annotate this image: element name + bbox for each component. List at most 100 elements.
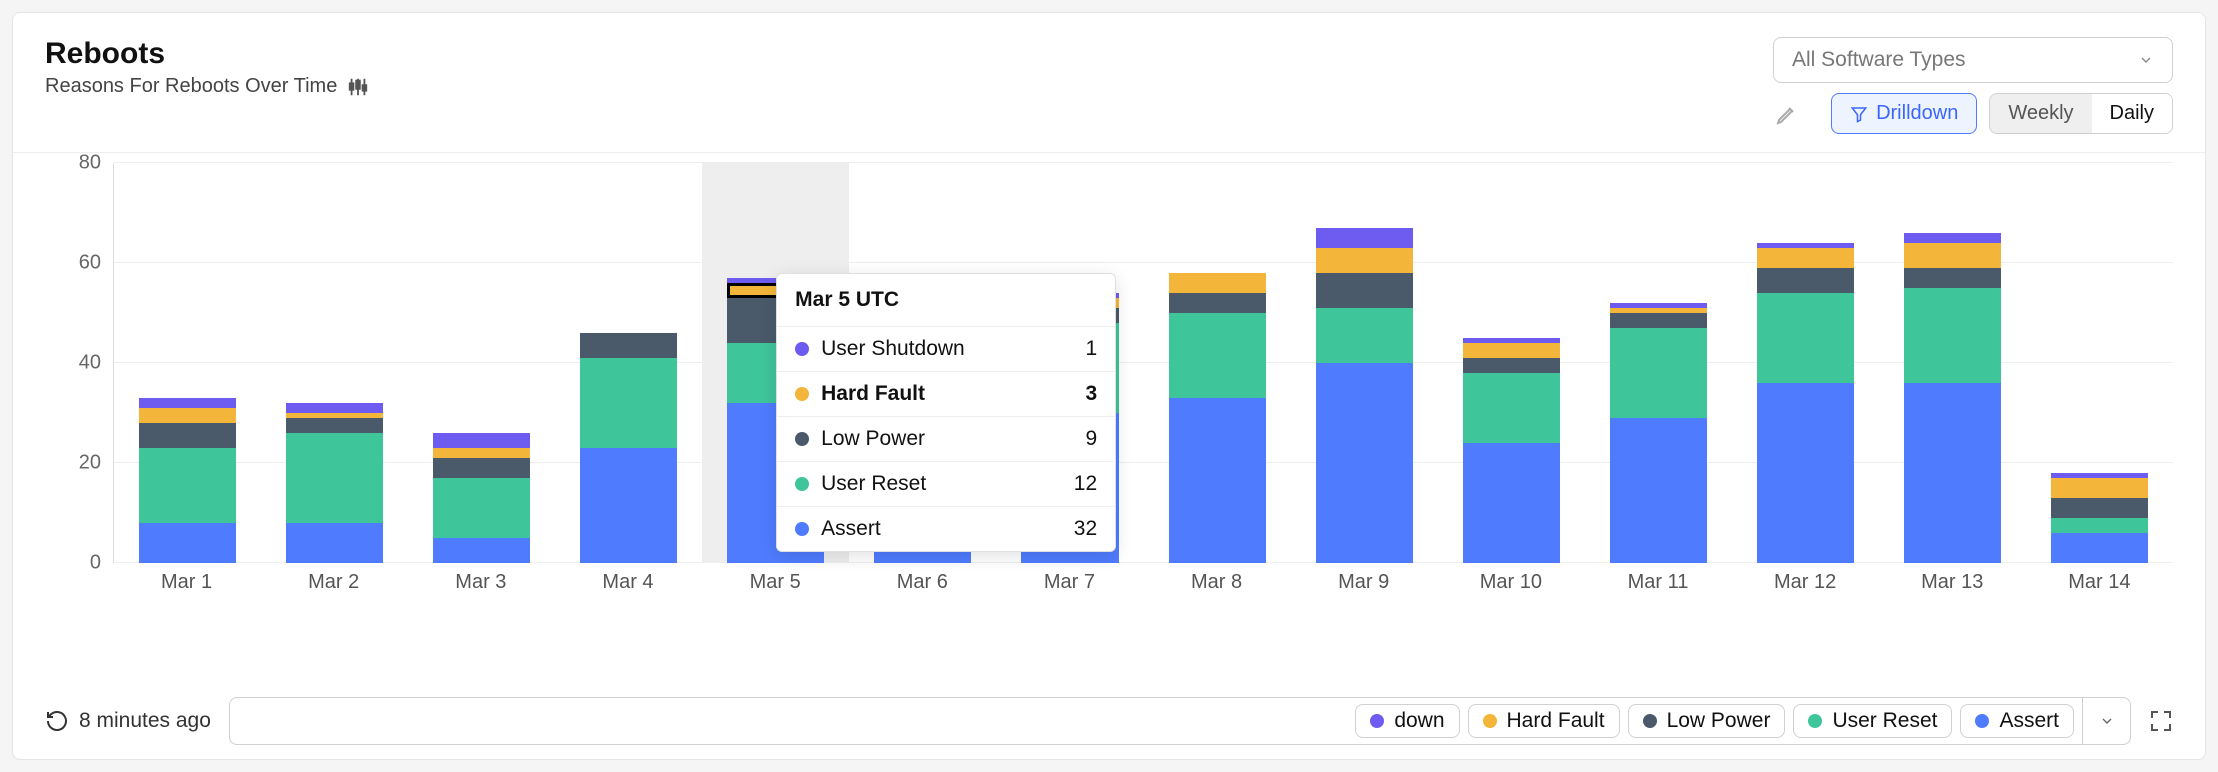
- legend-label: User Reset: [1832, 709, 1937, 733]
- bar-segment: [580, 333, 677, 358]
- reboots-card: Reboots Reasons For Reboots Over Time Al…: [12, 12, 2206, 760]
- granularity-toggle: Weekly Daily: [1989, 93, 2173, 134]
- y-axis: 020406080: [45, 163, 113, 563]
- bar-segment: [286, 403, 383, 413]
- bar-segment: [1757, 383, 1854, 563]
- legend-item[interactable]: User Reset: [1793, 704, 1952, 738]
- legend-label: Hard Fault: [1507, 709, 1605, 733]
- bar-slot[interactable]: [2026, 163, 2173, 563]
- bar-segment: [2051, 518, 2148, 533]
- tooltip-value: 32: [1074, 517, 1097, 541]
- daily-toggle[interactable]: Daily: [2092, 94, 2172, 133]
- software-type-select[interactable]: All Software Types: [1773, 37, 2173, 83]
- bar-segment: [139, 523, 236, 563]
- legend-label: down: [1394, 709, 1444, 733]
- legend-item[interactable]: Hard Fault: [1468, 704, 1620, 738]
- edit-icon[interactable]: [1775, 102, 1799, 126]
- bar-slot[interactable]: [408, 163, 555, 563]
- tooltip-label: User Reset: [821, 472, 1062, 496]
- bar-segment: [1169, 313, 1266, 398]
- tooltip-value: 12: [1074, 472, 1097, 496]
- bar-segment: [1463, 358, 1560, 373]
- bar-slot[interactable]: [1732, 163, 1879, 563]
- bar-slot[interactable]: [1879, 163, 2026, 563]
- bar-segment: [1463, 373, 1560, 443]
- bar-segment: [139, 408, 236, 423]
- bar-slot[interactable]: [555, 163, 702, 563]
- bar-segment: [286, 433, 383, 523]
- legend-dot-icon: [795, 432, 809, 446]
- x-tick: Mar 8: [1143, 563, 1290, 594]
- tooltip-label: Low Power: [821, 427, 1073, 451]
- bar-segment: [1904, 268, 2001, 288]
- tooltip-row: User Shutdown 1: [777, 326, 1115, 371]
- x-axis: Mar 1Mar 2Mar 3Mar 4Mar 5Mar 6Mar 7Mar 8…: [113, 563, 2173, 594]
- tooltip-label: User Shutdown: [821, 337, 1073, 361]
- legend-dot-icon: [795, 387, 809, 401]
- card-header: Reboots Reasons For Reboots Over Time Al…: [13, 13, 2205, 153]
- drilldown-button[interactable]: Drilldown: [1831, 93, 1977, 134]
- legend-dot-icon: [795, 477, 809, 491]
- bar-segment: [433, 433, 530, 448]
- legend-strip: down Hard Fault Low Power User Reset Assert: [229, 697, 2131, 745]
- y-tick: 60: [79, 252, 101, 275]
- fullscreen-icon[interactable]: [2149, 709, 2173, 733]
- bar-slot[interactable]: [1585, 163, 1732, 563]
- tooltip-row: User Reset 12: [777, 461, 1115, 506]
- filter-icon: [1850, 105, 1868, 123]
- bar-segment: [2051, 498, 2148, 518]
- x-tick: Mar 11: [1584, 563, 1731, 594]
- bar-segment: [2051, 478, 2148, 498]
- tooltip-value: 1: [1085, 337, 1097, 361]
- legend-items: down Hard Fault Low Power User Reset Assert: [230, 704, 2082, 738]
- weekly-toggle[interactable]: Weekly: [1990, 94, 2091, 133]
- x-tick: Mar 14: [2026, 563, 2173, 594]
- bar-slot[interactable]: [1291, 163, 1438, 563]
- page-subtitle: Reasons For Reboots Over Time: [45, 75, 369, 98]
- legend-label: Assert: [1999, 709, 2059, 733]
- bar-slot[interactable]: [261, 163, 408, 563]
- tooltip-value: 9: [1085, 427, 1097, 451]
- chart-area: 020406080 Mar 1Mar 2Mar 3Mar 4Mar 5Mar 6…: [13, 153, 2205, 675]
- x-tick: Mar 9: [1290, 563, 1437, 594]
- bar-segment: [139, 448, 236, 523]
- bar-segment: [580, 358, 677, 448]
- plot[interactable]: [113, 163, 2173, 563]
- legend-dot-icon: [1808, 714, 1822, 728]
- legend-item[interactable]: Low Power: [1628, 704, 1786, 738]
- footer: 8 minutes ago down Hard Fault Low Power Use…: [13, 675, 2205, 759]
- legend-collapse[interactable]: [2082, 698, 2130, 744]
- legend-dot-icon: [795, 342, 809, 356]
- bar-slot[interactable]: [114, 163, 261, 563]
- bar-segment: [1757, 293, 1854, 383]
- bar-segment: [1610, 418, 1707, 563]
- title-block: Reboots Reasons For Reboots Over Time: [45, 37, 369, 98]
- bar-slot[interactable]: [1144, 163, 1291, 563]
- bar-segment: [1316, 248, 1413, 273]
- chart-tooltip: Mar 5 UTC User Shutdown1Hard Fault3Low P…: [776, 273, 1116, 552]
- legend-dot-icon: [1975, 714, 1989, 728]
- bar-segment: [1757, 248, 1854, 268]
- bar-segment: [1169, 398, 1266, 563]
- bar-segment: [433, 458, 530, 478]
- bar-segment: [1169, 273, 1266, 293]
- bar-slot[interactable]: [1438, 163, 1585, 563]
- bar-segment: [1316, 228, 1413, 248]
- bar-segment: [1904, 288, 2001, 383]
- legend-item[interactable]: Assert: [1960, 704, 2074, 738]
- x-tick: Mar 5: [702, 563, 849, 594]
- bar-segment: [1904, 243, 2001, 268]
- page-title: Reboots: [45, 37, 369, 71]
- tooltip-row: Low Power 9: [777, 416, 1115, 461]
- legend-label: Low Power: [1667, 709, 1771, 733]
- bar-segment: [1169, 293, 1266, 313]
- bar-segment: [1463, 443, 1560, 563]
- x-tick: Mar 13: [1879, 563, 2026, 594]
- drilldown-label: Drilldown: [1876, 102, 1958, 125]
- bar-segment: [139, 423, 236, 448]
- bar-segment: [1610, 328, 1707, 418]
- x-tick: Mar 1: [113, 563, 260, 594]
- refresh-block[interactable]: 8 minutes ago: [45, 709, 211, 733]
- legend-item[interactable]: down: [1355, 704, 1459, 738]
- tooltip-label: Hard Fault: [821, 382, 1073, 406]
